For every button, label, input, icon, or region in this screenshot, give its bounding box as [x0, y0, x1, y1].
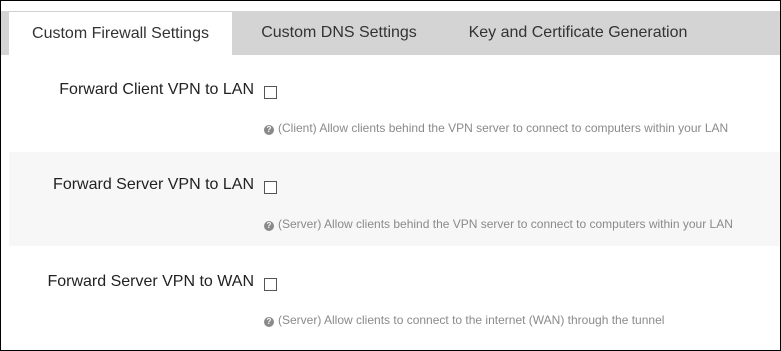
question-circle-icon: ? — [264, 317, 274, 327]
setting-help-text: ? (Server) Allow clients behind the VPN s… — [264, 217, 733, 231]
setting-row-forward-server-vpn-to-wan: Forward Server VPN to WAN ? (Server) Allo… — [9, 247, 780, 341]
settings-panel: Custom Firewall Settings Custom DNS Sett… — [0, 0, 781, 351]
tab-bar-top-gap — [1, 1, 780, 11]
setting-row-forward-server-vpn-to-lan: Forward Server VPN to LAN ? (Server) Allo… — [9, 152, 780, 246]
setting-row-forward-client-vpn-to-lan: Forward Client VPN to LAN ? (Client) Allo… — [9, 56, 780, 150]
help-text: (Server) Allow clients behind the VPN se… — [278, 217, 733, 231]
setting-label: Forward Server VPN to LAN — [53, 176, 254, 193]
help-text: (Server) Allow clients to connect to the… — [278, 313, 665, 327]
tab-custom-dns-settings[interactable]: Custom DNS Settings — [233, 11, 445, 55]
setting-label: Forward Client VPN to LAN — [59, 81, 254, 98]
forward-server-vpn-to-lan-checkbox[interactable] — [264, 181, 277, 194]
setting-label: Forward Server VPN to WAN — [47, 273, 254, 290]
setting-help-text: ? (Server) Allow clients to connect to th… — [264, 313, 664, 327]
setting-help-text: ? (Client) Allow clients behind the VPN s… — [264, 121, 728, 135]
tab-key-and-certificate-generation[interactable]: Key and Certificate Generation — [445, 11, 711, 55]
forward-server-vpn-to-wan-checkbox[interactable] — [264, 278, 277, 291]
tab-custom-firewall-settings[interactable]: Custom Firewall Settings — [9, 11, 232, 55]
help-text: (Client) Allow clients behind the VPN se… — [278, 121, 729, 135]
question-circle-icon: ? — [264, 125, 274, 135]
question-circle-icon: ? — [264, 221, 274, 231]
forward-client-vpn-to-lan-checkbox[interactable] — [264, 86, 277, 99]
